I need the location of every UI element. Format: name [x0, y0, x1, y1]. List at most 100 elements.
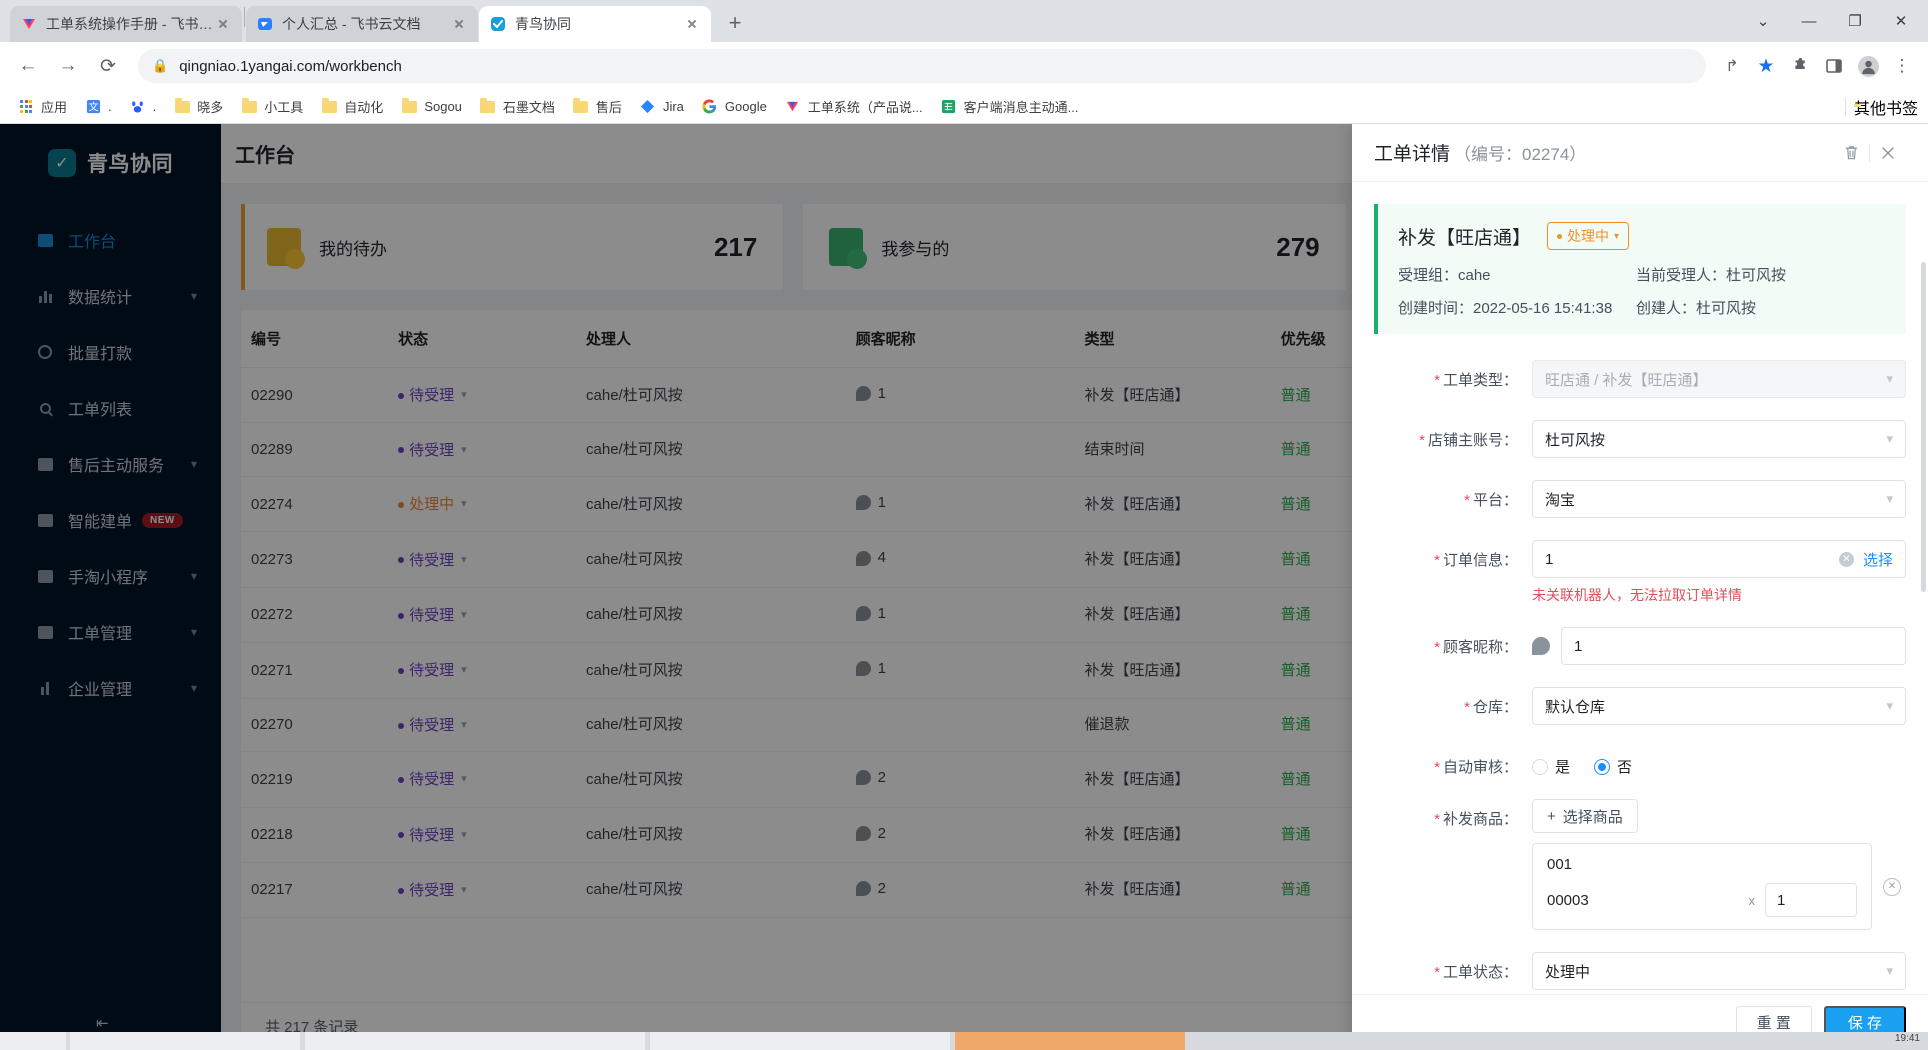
radio-icon — [1532, 758, 1548, 775]
trash-icon[interactable] — [1833, 135, 1869, 171]
bookmark-translate[interactable]: 文 . — [77, 94, 120, 120]
bookmark-label: Google — [724, 99, 767, 114]
warehouse-select[interactable]: 默认仓库 ▾ — [1532, 687, 1906, 725]
bookmark-folder-shimo[interactable]: 石墨文档 — [472, 94, 563, 120]
required-mark: * — [1419, 432, 1425, 449]
order-info-error: 未关联机器人，无法拉取订单详情 — [1532, 587, 1742, 603]
current-handler: 当前受理人：杜可风按 — [1636, 267, 1787, 284]
shop-account-select[interactable]: 杜可风按 ▾ — [1532, 420, 1906, 458]
close-window-icon[interactable]: ✕ — [1878, 3, 1924, 39]
tab-close-icon[interactable] — [450, 15, 468, 33]
drawer-header-actions — [1833, 135, 1906, 171]
bookmark-client-message[interactable]: 客户端消息主动通... — [933, 94, 1087, 120]
google-icon — [702, 99, 718, 115]
maximize-icon[interactable]: ❐ — [1832, 3, 1878, 39]
auto-audit-radio-yes[interactable]: 是 — [1532, 756, 1570, 777]
avatar-icon — [1532, 637, 1550, 655]
required-mark: * — [1434, 964, 1440, 981]
select-goods-button[interactable]: + 选择商品 — [1532, 799, 1638, 833]
browser-tab-1[interactable]: 工单系统操作手册 - 飞书云文档 — [10, 6, 242, 42]
multiply-symbol: x — [1748, 892, 1756, 908]
taskbar-item[interactable] — [305, 1032, 645, 1050]
drawer-header: 工单详情 （编号：02274） — [1352, 124, 1928, 182]
label-text: 工单状态： — [1442, 964, 1518, 981]
goods-sku: 00003 — [1547, 891, 1589, 909]
select-value: 默认仓库 — [1545, 698, 1606, 716]
taskbar-item[interactable] — [0, 1032, 66, 1050]
extensions-puzzle-icon[interactable] — [1784, 50, 1816, 82]
taskbar-item[interactable] — [650, 1032, 950, 1050]
field-auto-audit: * 自动审核： 是 否 — [1374, 747, 1906, 777]
sidepanel-icon[interactable] — [1818, 50, 1850, 82]
field-label: * 店铺主账号： — [1374, 420, 1532, 450]
bookmark-star-icon[interactable]: ★ — [1750, 50, 1782, 82]
ticket-type-select: 旺店通 / 补发【旺店通】 ▾ — [1532, 360, 1906, 398]
bookmark-folder-xiaoduo[interactable]: 晓多 — [166, 94, 231, 120]
field-label: * 补发商品： — [1374, 799, 1532, 829]
ticket-status-select[interactable]: 处理中 ▾ — [1532, 952, 1906, 990]
feishu-doc-icon — [20, 16, 37, 33]
feishu-doc-icon — [785, 99, 801, 115]
clear-icon[interactable]: ✕ — [1838, 551, 1854, 567]
order-info-input[interactable]: 1 ✕ 选择 — [1532, 540, 1906, 578]
close-icon[interactable] — [1870, 135, 1906, 171]
status-badge[interactable]: 处理中 ▾ — [1547, 222, 1630, 250]
bookmark-ticket-doc[interactable]: 工单系统（产品说... — [777, 94, 931, 120]
browser-tab-2[interactable]: 个人汇总 - 飞书云文档 — [246, 6, 478, 42]
qingniao-icon — [489, 16, 506, 33]
field-label: * 订单信息： — [1374, 540, 1532, 570]
remove-goods-icon[interactable]: ✕ — [1883, 877, 1901, 896]
browser-tab-3[interactable]: 青鸟协同 — [479, 6, 711, 42]
chevron-down-icon: ▾ — [1886, 371, 1893, 386]
apps-grid-icon — [18, 99, 34, 115]
chevron-down-icon: ▾ — [1886, 431, 1893, 446]
bookmark-apps[interactable]: 应用 — [10, 94, 75, 120]
chevron-down-icon[interactable]: ⌄ — [1740, 3, 1786, 39]
back-icon[interactable]: ← — [10, 48, 46, 84]
feishu-doc-icon — [256, 16, 273, 33]
platform-select[interactable]: 淘宝 ▾ — [1532, 480, 1906, 518]
select-value: 处理中 — [1545, 963, 1591, 981]
bookmark-baidu[interactable]: . — [122, 94, 165, 120]
bookmark-folder-tools[interactable]: 小工具 — [233, 94, 311, 120]
ticket-name: 补发【旺店通】 — [1398, 227, 1532, 249]
created-time: 创建时间：2022-05-16 15:41:38 — [1398, 300, 1613, 317]
ticket-detail-drawer: 工单详情 （编号：02274） 补发【旺店通】 处理中 ▾ 受理组：cahe 当… — [1352, 124, 1928, 1050]
address-bar[interactable]: 🔒 qingniao.1yangai.com/workbench — [138, 49, 1706, 83]
bookmark-label: 应用 — [41, 100, 68, 115]
reload-icon[interactable]: ⟳ — [90, 48, 126, 84]
other-bookmarks[interactable]: 其他书签 — [1837, 95, 1918, 119]
bookmark-jira[interactable]: Jira — [632, 94, 692, 120]
bookmark-folder-sogou[interactable]: Sogou — [393, 94, 470, 120]
bookmark-divider — [1844, 97, 1846, 116]
bookmark-folder-automation[interactable]: 自动化 — [313, 94, 391, 120]
translate-icon: 文 — [85, 99, 101, 115]
taskbar-item[interactable] — [70, 1032, 300, 1050]
tab-close-icon[interactable] — [214, 15, 232, 33]
plus-icon: + — [1547, 807, 1556, 825]
new-tab-button[interactable]: + — [718, 6, 752, 40]
taskbar-item-active[interactable] — [955, 1032, 1185, 1050]
chrome-menu-icon[interactable]: ⋮ — [1886, 50, 1918, 82]
nickname-input[interactable]: 1 — [1561, 627, 1906, 665]
tab-close-icon[interactable] — [683, 15, 701, 33]
bookmark-google[interactable]: Google — [694, 94, 775, 120]
field-control: 处理中 ▾ — [1532, 952, 1906, 990]
minimize-icon[interactable]: — — [1786, 3, 1832, 39]
auto-audit-radio-no[interactable]: 否 — [1594, 756, 1632, 777]
tab-title: 工单系统操作手册 - 飞书云文档 — [46, 16, 214, 32]
label-text: 店铺主账号： — [1427, 432, 1518, 449]
folder-icon — [401, 98, 417, 115]
choose-order-button[interactable]: 选择 — [1863, 549, 1893, 570]
drawer-body[interactable]: 补发【旺店通】 处理中 ▾ 受理组：cahe 当前受理人：杜可风按 创建时间：2… — [1352, 182, 1928, 994]
bookmark-folder-aftersales[interactable]: 售后 — [565, 94, 630, 120]
drawer-scrollbar[interactable] — [1921, 262, 1926, 592]
goods-qty-input[interactable]: 1 — [1765, 883, 1857, 917]
forward-icon[interactable]: → — [50, 48, 86, 84]
field-shop-account: * 店铺主账号： 杜可风按 ▾ — [1374, 420, 1906, 458]
profile-avatar-icon[interactable] — [1852, 50, 1884, 82]
bookmark-label: 售后 — [595, 100, 622, 115]
label-text: 工单类型： — [1442, 372, 1518, 389]
share-icon[interactable]: ↱ — [1716, 50, 1748, 82]
bookmark-label: 小工具 — [264, 100, 304, 115]
